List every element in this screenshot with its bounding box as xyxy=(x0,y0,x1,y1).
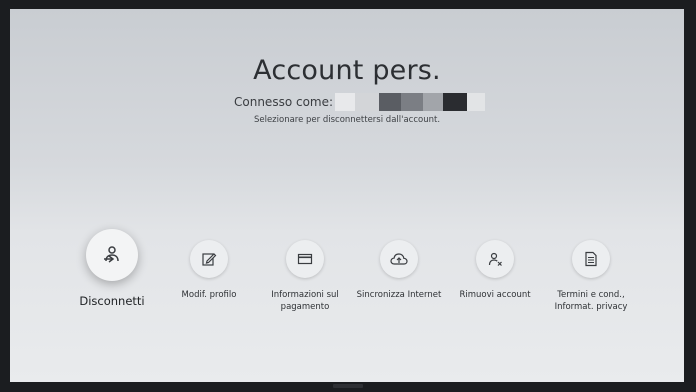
payment-info-circle xyxy=(286,240,324,278)
disconnect-label: Disconnetti xyxy=(79,294,145,308)
account-actions: Disconnetti Modif. profilo Informazioni xyxy=(10,9,684,382)
sync-internet-circle xyxy=(380,240,418,278)
remove-account-circle xyxy=(476,240,514,278)
payment-info-label: Informazioni sul pagamento xyxy=(271,290,339,312)
remove-account-label: Rimuovi account xyxy=(459,290,531,300)
tv-screen: Account pers. Connesso come: Selezionare… xyxy=(10,9,684,382)
terms-privacy-circle xyxy=(572,240,610,278)
person-remove-icon xyxy=(488,252,502,266)
document-icon xyxy=(585,251,597,267)
disconnect-circle xyxy=(86,229,138,281)
tv-brand-logo xyxy=(333,384,363,388)
edit-icon xyxy=(202,253,217,266)
cloud-upload-icon xyxy=(390,253,408,265)
edit-profile-circle xyxy=(190,240,228,278)
edit-profile-label: Modif. profilo xyxy=(181,290,237,300)
person-logout-icon xyxy=(104,246,119,263)
credit-card-icon xyxy=(297,253,313,265)
terms-privacy-label: Termini e cond., Informat. privacy xyxy=(554,290,628,312)
sync-internet-label: Sincronizza Internet xyxy=(356,290,442,300)
